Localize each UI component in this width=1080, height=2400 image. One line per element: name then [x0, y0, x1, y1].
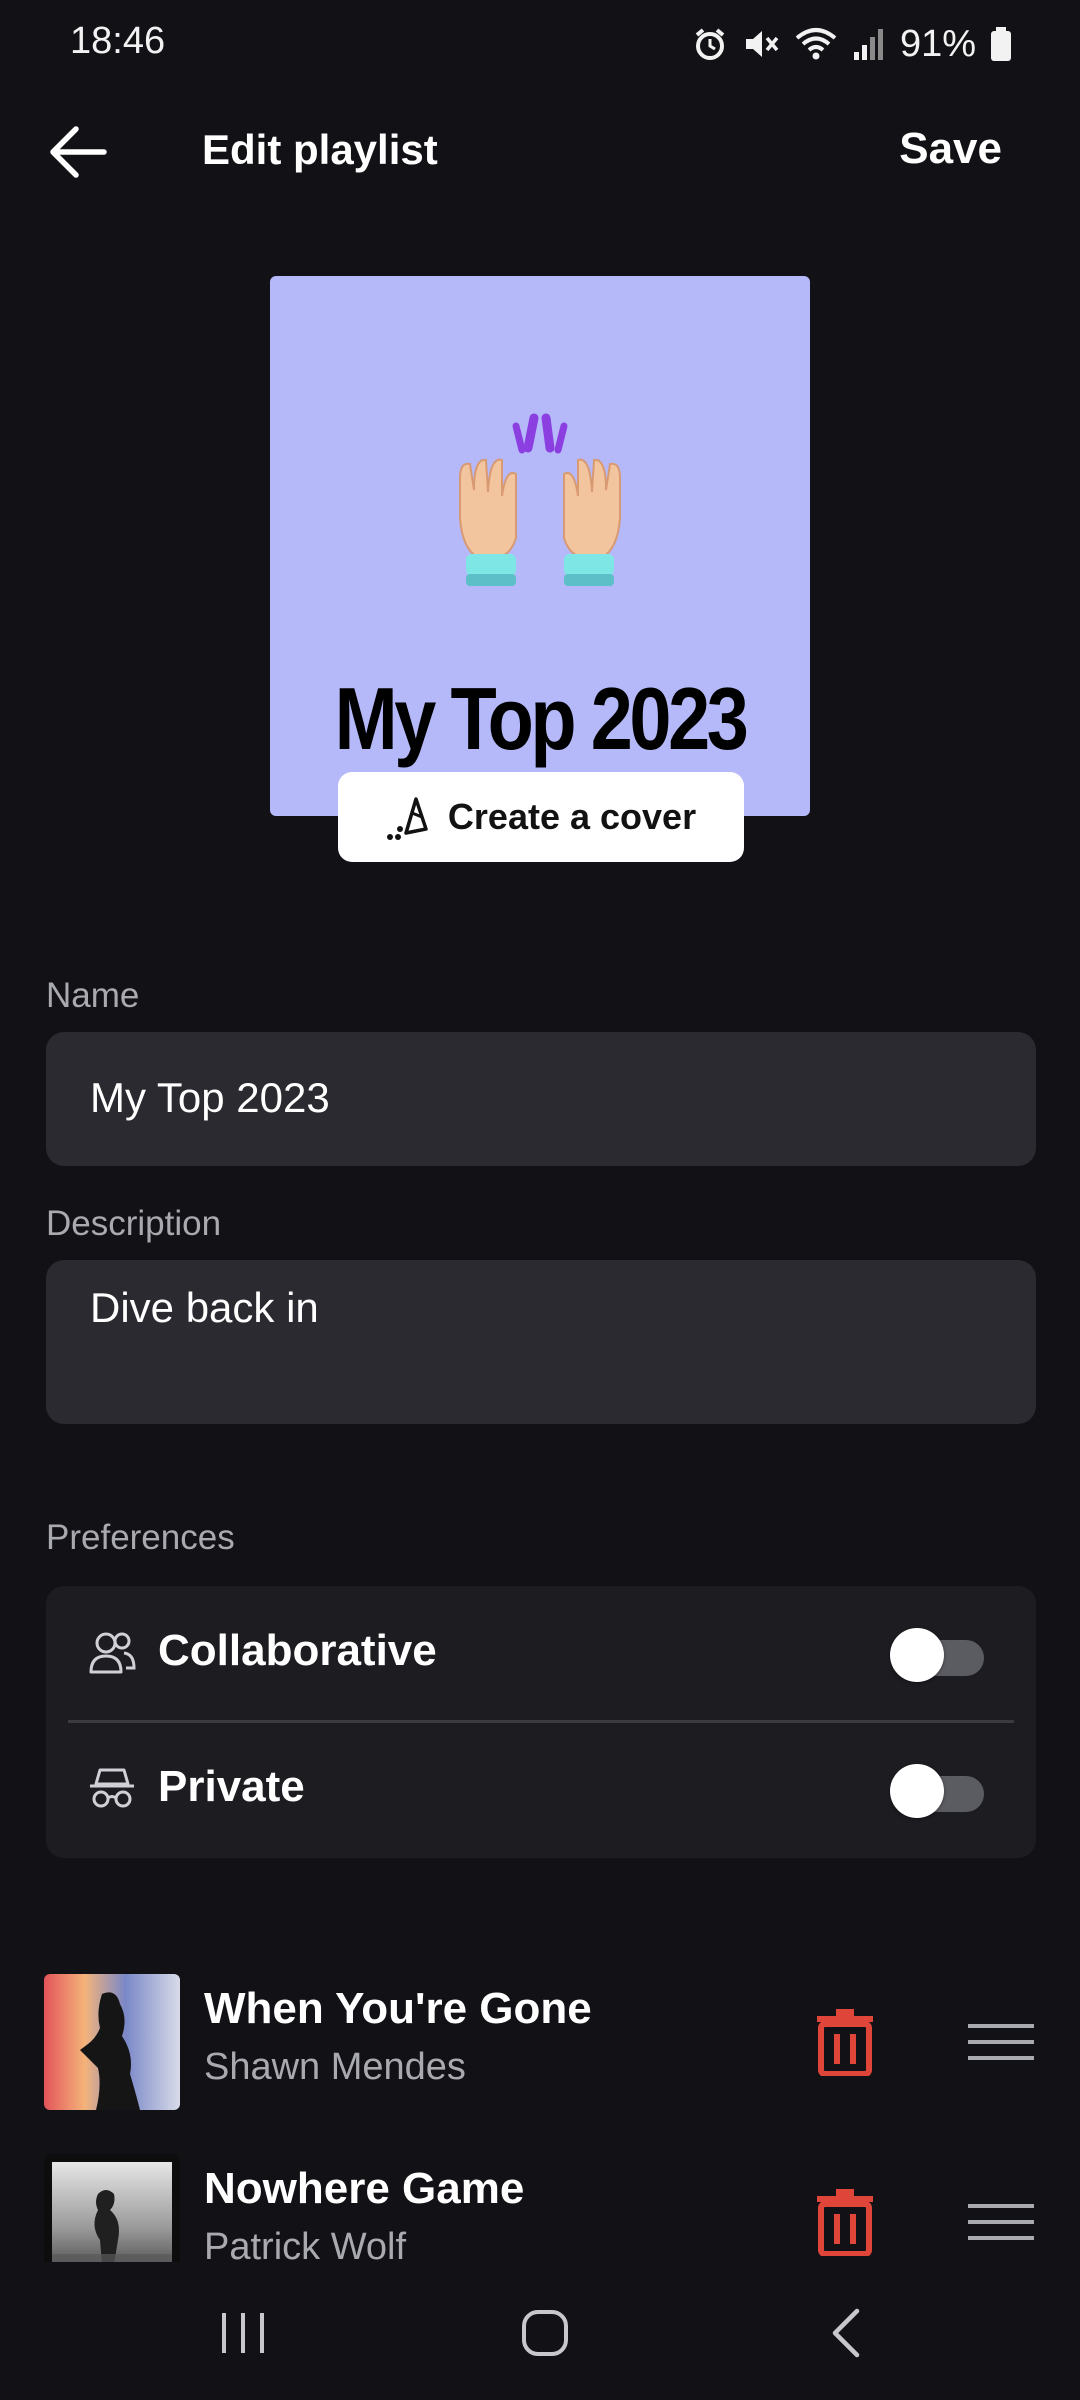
- people-icon: [89, 1632, 136, 1674]
- drag-handle[interactable]: [968, 2202, 1034, 2242]
- description-field[interactable]: Dive back in: [46, 1260, 1036, 1424]
- private-toggle[interactable]: [890, 1764, 984, 1818]
- toggle-thumb: [890, 1764, 944, 1818]
- album-art: [44, 1974, 180, 2110]
- track-title: Nowhere Game: [204, 2164, 525, 2213]
- collaborative-row[interactable]: Collaborative: [46, 1586, 1036, 1722]
- private-row[interactable]: Private: [46, 1722, 1036, 1858]
- trash-icon: [817, 2009, 873, 2077]
- system-nav-bar: [0, 2262, 1080, 2400]
- drag-handle-icon: [968, 2024, 1034, 2060]
- name-field[interactable]: My Top 2023: [46, 1032, 1036, 1166]
- pen-icon: [386, 797, 428, 840]
- collaborative-toggle[interactable]: [890, 1628, 984, 1682]
- description-value: Dive back in: [90, 1284, 319, 1331]
- wifi-icon: [794, 26, 838, 62]
- toggle-thumb: [890, 1628, 944, 1682]
- name-value: My Top 2023: [90, 1074, 330, 1121]
- preferences-card: Collaborative Private: [46, 1586, 1036, 1858]
- battery-percent: 91%: [899, 22, 976, 65]
- track-artist: Shawn Mendes: [204, 2046, 466, 2088]
- save-button[interactable]: Save: [899, 124, 1002, 174]
- arrow-left-icon: [50, 126, 107, 178]
- delete-track-button[interactable]: [814, 2008, 876, 2077]
- track-title: When You're Gone: [204, 1984, 592, 2033]
- delete-track-button[interactable]: [814, 2188, 876, 2257]
- status-bar: 18:46 91%: [0, 0, 1080, 88]
- raising-hands-emoji: [459, 413, 621, 586]
- edit-playlist-screen: 18:46 91% Edit playlist Save My Top 2023…: [0, 0, 1080, 2400]
- trash-icon: [817, 2189, 873, 2257]
- mute-icon: [742, 26, 780, 62]
- cover-title: My Top 2023: [334, 669, 749, 768]
- home-button[interactable]: [485, 2298, 605, 2368]
- description-label: Description: [46, 1204, 222, 1243]
- back-button[interactable]: [40, 120, 116, 184]
- home-icon: [522, 2310, 568, 2356]
- collaborative-label: Collaborative: [158, 1626, 437, 1675]
- recent-apps-icon: [222, 2313, 264, 2353]
- signal-icon: [852, 26, 886, 62]
- status-icons: 91%: [692, 20, 1012, 68]
- drag-handle[interactable]: [968, 2022, 1034, 2062]
- system-back-button[interactable]: [787, 2298, 907, 2368]
- battery-icon: [990, 26, 1012, 62]
- playlist-cover[interactable]: My Top 2023: [270, 276, 810, 816]
- chevron-left-icon: [832, 2308, 860, 2358]
- private-label: Private: [158, 1762, 305, 1811]
- preferences-label: Preferences: [46, 1518, 235, 1557]
- alarm-icon: [692, 26, 728, 62]
- top-app-bar: Edit playlist Save: [0, 100, 1080, 204]
- page-title: Edit playlist: [202, 126, 438, 173]
- incognito-icon: [90, 1768, 134, 1808]
- recent-apps-button[interactable]: [183, 2298, 303, 2368]
- drag-handle-icon: [968, 2204, 1034, 2240]
- status-time: 18:46: [70, 20, 166, 62]
- track-row[interactable]: When You're Gone Shawn Mendes: [0, 1974, 1080, 2110]
- name-label: Name: [46, 976, 140, 1015]
- create-cover-label: Create a cover: [447, 796, 697, 837]
- create-cover-button[interactable]: Create a cover: [338, 772, 744, 862]
